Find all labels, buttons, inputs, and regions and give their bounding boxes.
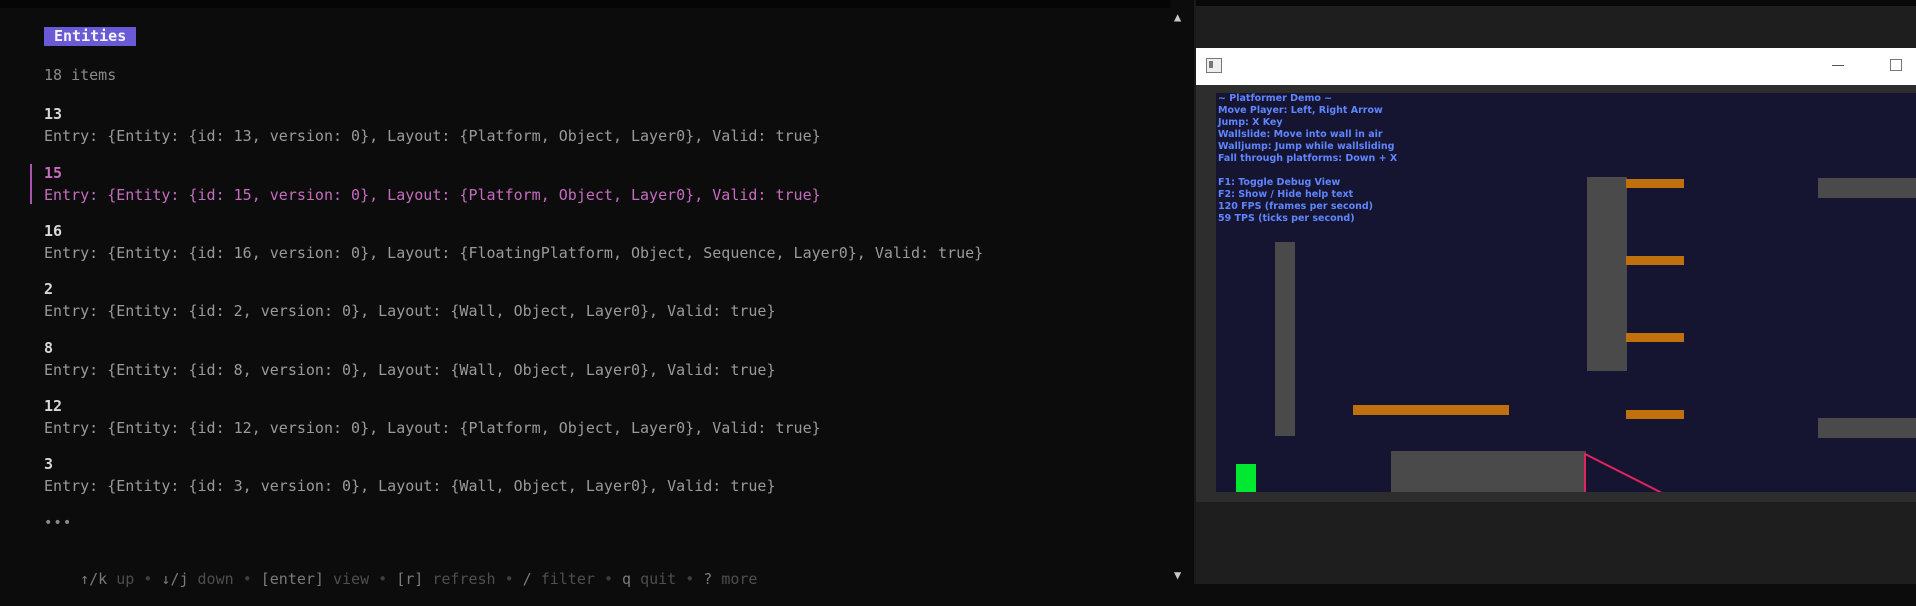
item-id: 2 [44,280,54,298]
help-desc-up: up [116,570,135,588]
item-count: 18 items [44,66,117,84]
help-desc-filter: filter [540,570,595,588]
game-window[interactable]: ~ Platformer Demo ~ Move Player: Left, R… [1196,48,1916,522]
list-title-badge: Entities [44,27,137,46]
list-item[interactable]: 2 Entry: {Entity: {id: 2, version: 0}, L… [44,279,776,321]
ledge-platform [1626,410,1684,419]
list-item[interactable]: 13 Entry: {Entity: {id: 13, version: 0},… [44,104,821,146]
item-id: 12 [44,397,63,415]
help-key-more: ? [703,570,713,588]
help-key-refresh: [r] [396,570,424,588]
terminal-scrollbar[interactable]: ▲ ▼ [1170,0,1194,584]
overlay-line: Move Player: Left, Right Arrow [1218,105,1383,116]
overlay-line [1218,165,1397,177]
scroll-down-icon[interactable]: ▼ [1174,568,1181,582]
overlay-line-fps: 120 FPS (frames per second) [1218,201,1374,212]
ledge-platform [1626,333,1684,342]
help-separator: • [378,570,388,588]
help-key-down: ↓/j [161,570,189,588]
item-id: 8 [44,339,54,357]
help-separator: • [685,570,695,588]
item-entry: Entry: {Entity: {id: 3, version: 0}, Lay… [44,477,776,495]
help-overlay: ~ Platformer Demo ~ Move Player: Left, R… [1218,93,1397,225]
app-window-icon [1206,58,1222,73]
help-desc-down: down [197,570,234,588]
help-key-view: [enter] [260,570,324,588]
help-desc-view: view [333,570,370,588]
raised-floor-block [1391,451,1586,492]
item-entry: Entry: {Entity: {id: 16, version: 0}, La… [44,244,984,262]
terminal-top-edge [0,0,1180,8]
scroll-up-icon[interactable]: ▲ [1174,10,1181,24]
overlay-line: Fall through platforms: Down + X [1218,153,1398,164]
list-item[interactable]: 3 Entry: {Entity: {id: 3, version: 0}, L… [44,454,776,496]
list-item-selected[interactable]: 15 Entry: {Entity: {id: 15, version: 0},… [44,163,821,205]
help-key-filter: / [522,570,532,588]
list-item[interactable]: 8 Entry: {Entity: {id: 8, version: 0}, L… [44,338,776,380]
overlay-line: F1: Toggle Debug View [1218,177,1341,188]
item-id: 16 [44,222,63,240]
more-items-indicator: ••• [44,515,73,531]
slope-debug-outline [1584,453,1663,492]
help-separator: • [504,570,514,588]
game-viewport[interactable]: ~ Platformer Demo ~ Move Player: Left, R… [1216,93,1916,492]
help-separator: • [242,570,252,588]
overlay-line-tps: 59 TPS (ticks per second) [1218,213,1355,224]
help-desc-quit: quit [640,570,677,588]
overlay-line: Jump: X Key [1218,117,1283,128]
wall-right-lower [1818,418,1916,438]
ledge-platform [1626,256,1684,265]
help-separator: • [143,570,153,588]
item-entry: Entry: {Entity: {id: 12, version: 0}, La… [44,419,821,437]
maximize-icon[interactable] [1890,59,1902,71]
help-bar: ↑/k up • ↓/j down • [enter] view • [r] r… [44,552,757,606]
wall-right-upper [1818,178,1916,198]
window-titlebar[interactable] [1196,48,1916,85]
item-entry: Entry: {Entity: {id: 8, version: 0}, Lay… [44,361,776,379]
overlay-line: Wallslide: Move into wall in air [1218,129,1383,140]
wall-center-column [1587,177,1627,371]
window-bottom-edge [1196,502,1916,522]
list-item[interactable]: 12 Entry: {Entity: {id: 12, version: 0},… [44,396,821,438]
help-key-quit: q [622,570,632,588]
player-character [1236,464,1256,492]
item-id: 3 [44,455,54,473]
item-entry: Entry: {Entity: {id: 2, version: 0}, Lay… [44,302,776,320]
help-desc-refresh: refresh [432,570,496,588]
floating-platform [1353,405,1509,415]
item-entry: Entry: {Entity: {id: 15, version: 0}, La… [44,186,821,204]
wall-left-pillar [1275,242,1295,436]
help-desc-more: more [721,570,758,588]
list-item[interactable]: 16 Entry: {Entity: {id: 16, version: 0},… [44,221,983,263]
overlay-line-title: ~ Platformer Demo ~ [1218,93,1333,104]
item-id: 15 [44,164,63,182]
overlay-line: F2: Show / Hide help text [1218,189,1354,200]
selection-indicator [30,164,32,204]
help-separator: • [603,570,613,588]
help-key-up: ↑/k [80,570,108,588]
terminal-panel: Entities 18 items 13 Entry: {Entity: {id… [0,0,1180,588]
right-pane-top-edge [1196,0,1916,6]
ledge-platform [1626,179,1684,188]
item-id: 13 [44,105,63,123]
overlay-line: Walljump: Jump while wallsliding [1218,141,1395,152]
minimize-icon[interactable] [1832,65,1844,66]
item-entry: Entry: {Entity: {id: 13, version: 0}, La… [44,127,821,145]
